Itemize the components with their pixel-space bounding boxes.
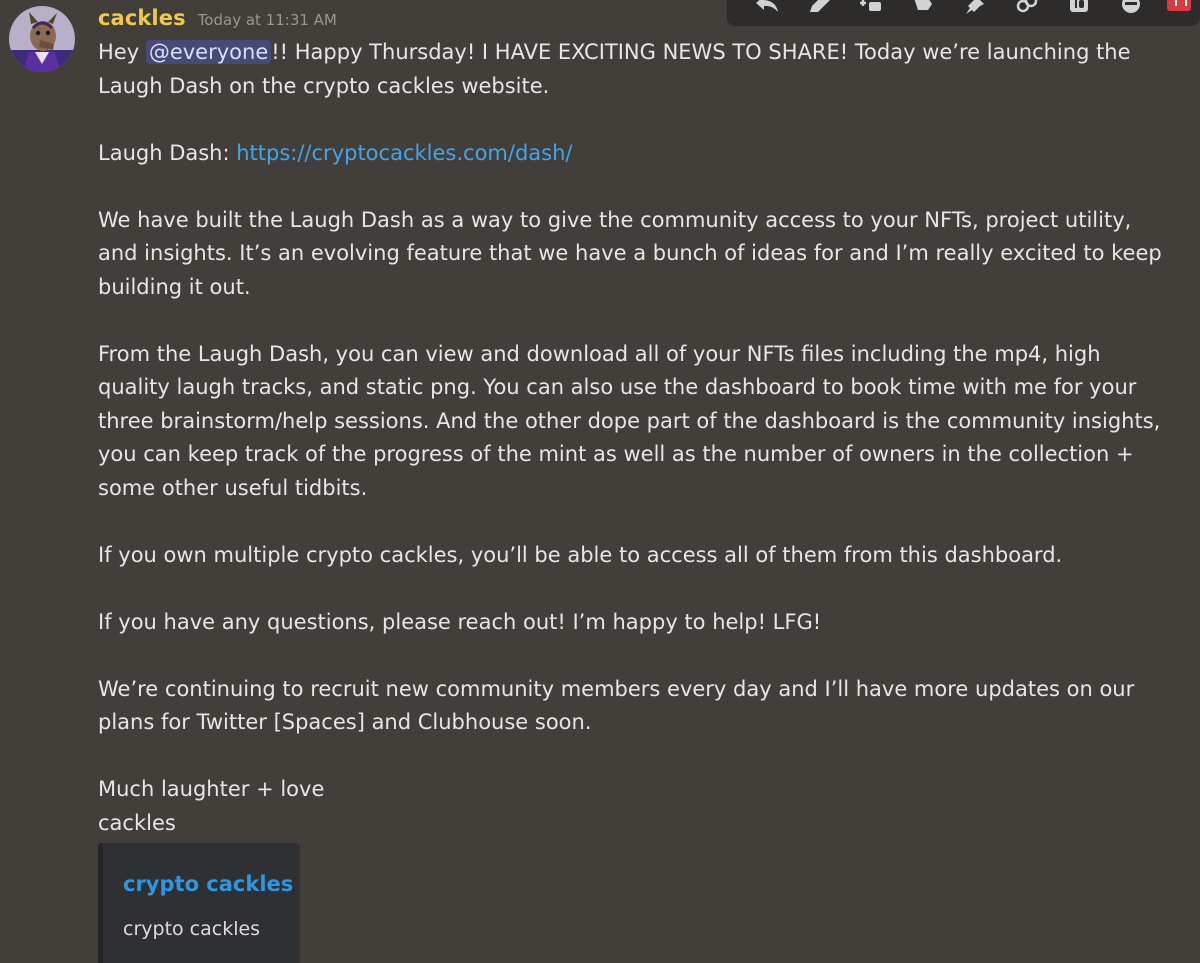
message-line: some other useful tidbits.: [98, 475, 368, 500]
message-timestamp: Today at 11:31 AM: [197, 11, 337, 29]
pin-icon[interactable]: [949, 0, 1001, 14]
everyone-mention[interactable]: @everyone: [145, 40, 272, 64]
text-segment: !! Happy Thursday! I HAVE EXCITING NEWS …: [271, 40, 1131, 64]
message-line: If you have any questions, please reach …: [98, 609, 822, 634]
message-line: and insights. It’s an evolving feature t…: [98, 241, 1162, 265]
message-line: If you own multiple crypto cackles, you’…: [98, 542, 1063, 567]
message-line: quality laugh tracks, and static png. Yo…: [98, 375, 1137, 399]
message-line: you can keep track of the progress of th…: [98, 442, 1134, 466]
author-username[interactable]: cackles: [98, 6, 186, 30]
message-content: Hey @everyone!! Happy Thursday! I HAVE E…: [98, 36, 1178, 840]
message-line: We’re continuing to recruit new communit…: [98, 676, 1135, 701]
message-line: From the Laugh Dash, you can view and do…: [98, 341, 1101, 366]
message-line: building it out.: [98, 274, 251, 299]
more-icon[interactable]: [1105, 0, 1157, 14]
link-label: Laugh Dash:: [98, 140, 237, 165]
embed-title[interactable]: crypto cackles: [123, 872, 293, 896]
embed-description: crypto cackles: [123, 918, 261, 940]
message-line: Laugh Dash on the crypto cackles website…: [98, 73, 550, 98]
link-embed: crypto cackles crypto cackles: [98, 843, 300, 963]
message-line: three brainstorm/help sessions. And the …: [98, 408, 1161, 433]
text-segment: Hey: [98, 40, 146, 64]
message-line: cackles: [98, 810, 176, 835]
laugh-dash-link[interactable]: https://cryptocackles.com/dash/: [236, 141, 572, 165]
link-icon[interactable]: [1001, 0, 1053, 14]
id-icon[interactable]: [1053, 0, 1105, 14]
message-actions-toolbar: [727, 0, 1200, 26]
message-line: plans for Twitter [Spaces] and Clubhouse…: [98, 710, 592, 734]
edit-icon[interactable]: [793, 0, 845, 14]
message-line: We have built the Laugh Dash as a way to…: [98, 207, 1132, 232]
hyena-avatar-image: [9, 6, 75, 72]
reply-icon[interactable]: [741, 0, 793, 14]
thread-icon[interactable]: [897, 0, 949, 14]
message-header: cackles Today at 11:31 AM: [98, 6, 337, 36]
message-line: Hey @everyone!! Happy Thursday! I HAVE E…: [98, 36, 1178, 70]
message-line: Much laughter + love: [98, 777, 325, 801]
add-reaction-icon[interactable]: [845, 0, 897, 14]
avatar[interactable]: [9, 6, 75, 72]
message-line: Laugh Dash: https://cryptocackles.com/da…: [98, 137, 1178, 171]
message: cackles Today at 11:31 AM Hey @everyone …: [0, 0, 1200, 963]
delete-icon[interactable]: [1167, 0, 1191, 11]
